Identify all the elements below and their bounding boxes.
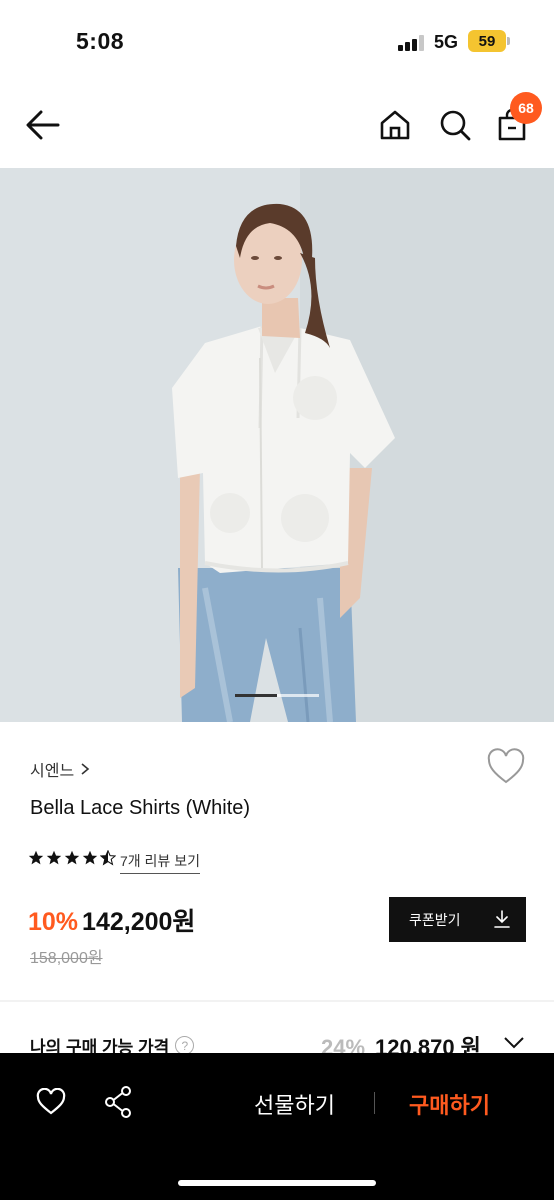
gallery-pager-active <box>235 694 277 697</box>
star-icon <box>28 850 44 865</box>
product-photo-illustration <box>0 168 554 722</box>
download-icon <box>494 910 510 928</box>
cart-badge: 68 <box>510 92 542 124</box>
gift-button[interactable]: 선물하기 <box>254 1088 335 1120</box>
status-time: 5:08 <box>76 28 125 54</box>
back-arrow-icon[interactable] <box>24 108 62 142</box>
product-image[interactable] <box>0 168 554 722</box>
battery-icon: 59 <box>468 30 506 52</box>
signal-icon <box>398 35 426 51</box>
bar-separator <box>374 1092 375 1114</box>
battery-level: 59 <box>478 32 496 50</box>
chevron-right-icon <box>81 763 90 775</box>
star-icon <box>46 850 62 865</box>
bottom-action-bar: 선물하기 구매하기 <box>0 1053 554 1200</box>
coupon-button[interactable]: 쿠폰받기 <box>389 897 526 942</box>
top-nav: 68 <box>0 80 554 168</box>
wishlist-heart-icon[interactable] <box>486 748 526 786</box>
star-icon <box>64 850 80 865</box>
search-icon[interactable] <box>438 108 472 142</box>
review-link[interactable]: 7개 리뷰 보기 <box>120 851 200 874</box>
gallery-pager <box>235 694 319 697</box>
star-icon <box>82 850 98 865</box>
home-icon[interactable] <box>378 108 412 142</box>
status-bar: 5:08 5G 59 <box>0 0 554 80</box>
half-star-icon <box>100 850 116 866</box>
section-divider <box>0 1000 554 1002</box>
share-icon[interactable] <box>103 1085 133 1119</box>
brand-link[interactable]: 시엔느 <box>30 757 90 781</box>
home-indicator <box>178 1180 376 1186</box>
battery-tip <box>507 37 510 45</box>
product-detail-page: 5:08 5G 59 68 시엔느 Bella Lace Shirts (Whi… <box>0 0 554 1200</box>
discount-rate: 10% <box>28 908 79 936</box>
heart-icon[interactable] <box>36 1088 66 1116</box>
network-label: 5G <box>434 32 459 52</box>
brand-name: 시엔느 <box>30 763 75 780</box>
sale-price: 142,200원 <box>82 908 196 936</box>
coupon-button-label: 쿠폰받기 <box>409 911 461 928</box>
star-rating <box>28 850 116 866</box>
original-price: 158,000원 <box>30 950 103 967</box>
buy-button[interactable]: 구매하기 <box>409 1088 490 1120</box>
chevron-down-icon[interactable] <box>503 1036 525 1050</box>
product-title: Bella Lace Shirts (White) <box>30 797 251 819</box>
price-row: 10% 142,200원 <box>28 902 195 938</box>
